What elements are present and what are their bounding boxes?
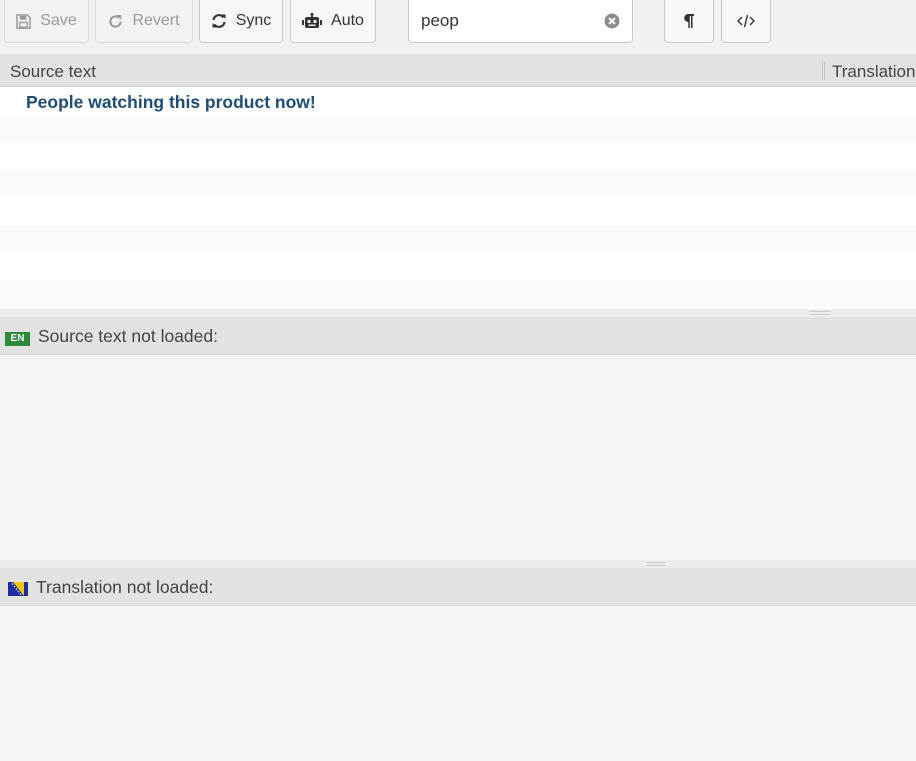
search-box xyxy=(408,0,633,43)
translation-panel-label: Translation not loaded: xyxy=(36,577,214,597)
empty-row xyxy=(0,224,916,252)
toolbar: Save Revert Sync Auto xyxy=(0,0,916,54)
translation-panel-header: Translation not loaded: xyxy=(0,568,916,606)
refresh-icon xyxy=(211,13,227,29)
auto-label: Auto xyxy=(331,12,364,29)
sync-button[interactable]: Sync xyxy=(199,0,283,43)
locale-badge: EN xyxy=(5,332,30,346)
splitter-grip[interactable] xyxy=(810,311,830,315)
save-button[interactable]: Save xyxy=(4,0,89,43)
robot-icon xyxy=(302,13,323,29)
pilcrow-icon xyxy=(683,13,695,29)
empty-row xyxy=(0,252,916,280)
bosnia-flag-icon xyxy=(8,580,28,596)
toggle-invisibles-button[interactable] xyxy=(664,0,714,43)
revert-label: Revert xyxy=(132,12,180,29)
save-label: Save xyxy=(40,12,77,29)
source-cell: People watching this product now! xyxy=(26,92,316,112)
code-tags-icon xyxy=(737,14,755,28)
column-header-source[interactable]: Source text xyxy=(10,62,96,82)
revert-button[interactable]: Revert xyxy=(95,0,193,43)
table-header: Source text Translation xyxy=(0,54,916,87)
source-panel-label: Source text not loaded: xyxy=(38,326,218,346)
pane-splitter[interactable] xyxy=(0,560,916,568)
table-row[interactable]: People watching this product now! xyxy=(0,87,916,115)
empty-row xyxy=(0,197,916,225)
empty-row xyxy=(0,279,916,307)
toggle-code-view-button[interactable] xyxy=(721,0,771,43)
empty-row xyxy=(0,142,916,170)
empty-row xyxy=(0,169,916,197)
sync-label: Sync xyxy=(235,12,272,29)
search-input[interactable] xyxy=(421,10,601,32)
column-resize-handle[interactable] xyxy=(822,61,825,80)
source-panel-header: EN Source text not loaded: xyxy=(0,317,916,355)
message-list: People watching this product now! xyxy=(0,87,916,309)
undo-arrow-icon xyxy=(108,14,123,29)
pane-splitter[interactable] xyxy=(0,309,916,317)
translation-panel-body xyxy=(0,606,916,761)
source-panel-body xyxy=(0,355,916,560)
splitter-grip[interactable] xyxy=(646,562,666,566)
floppy-disk-icon xyxy=(16,13,32,29)
auto-translate-button[interactable]: Auto xyxy=(290,0,376,43)
column-header-translation[interactable]: Translation xyxy=(832,62,915,82)
clear-circle-x-icon[interactable] xyxy=(604,13,620,29)
empty-row xyxy=(0,114,916,142)
